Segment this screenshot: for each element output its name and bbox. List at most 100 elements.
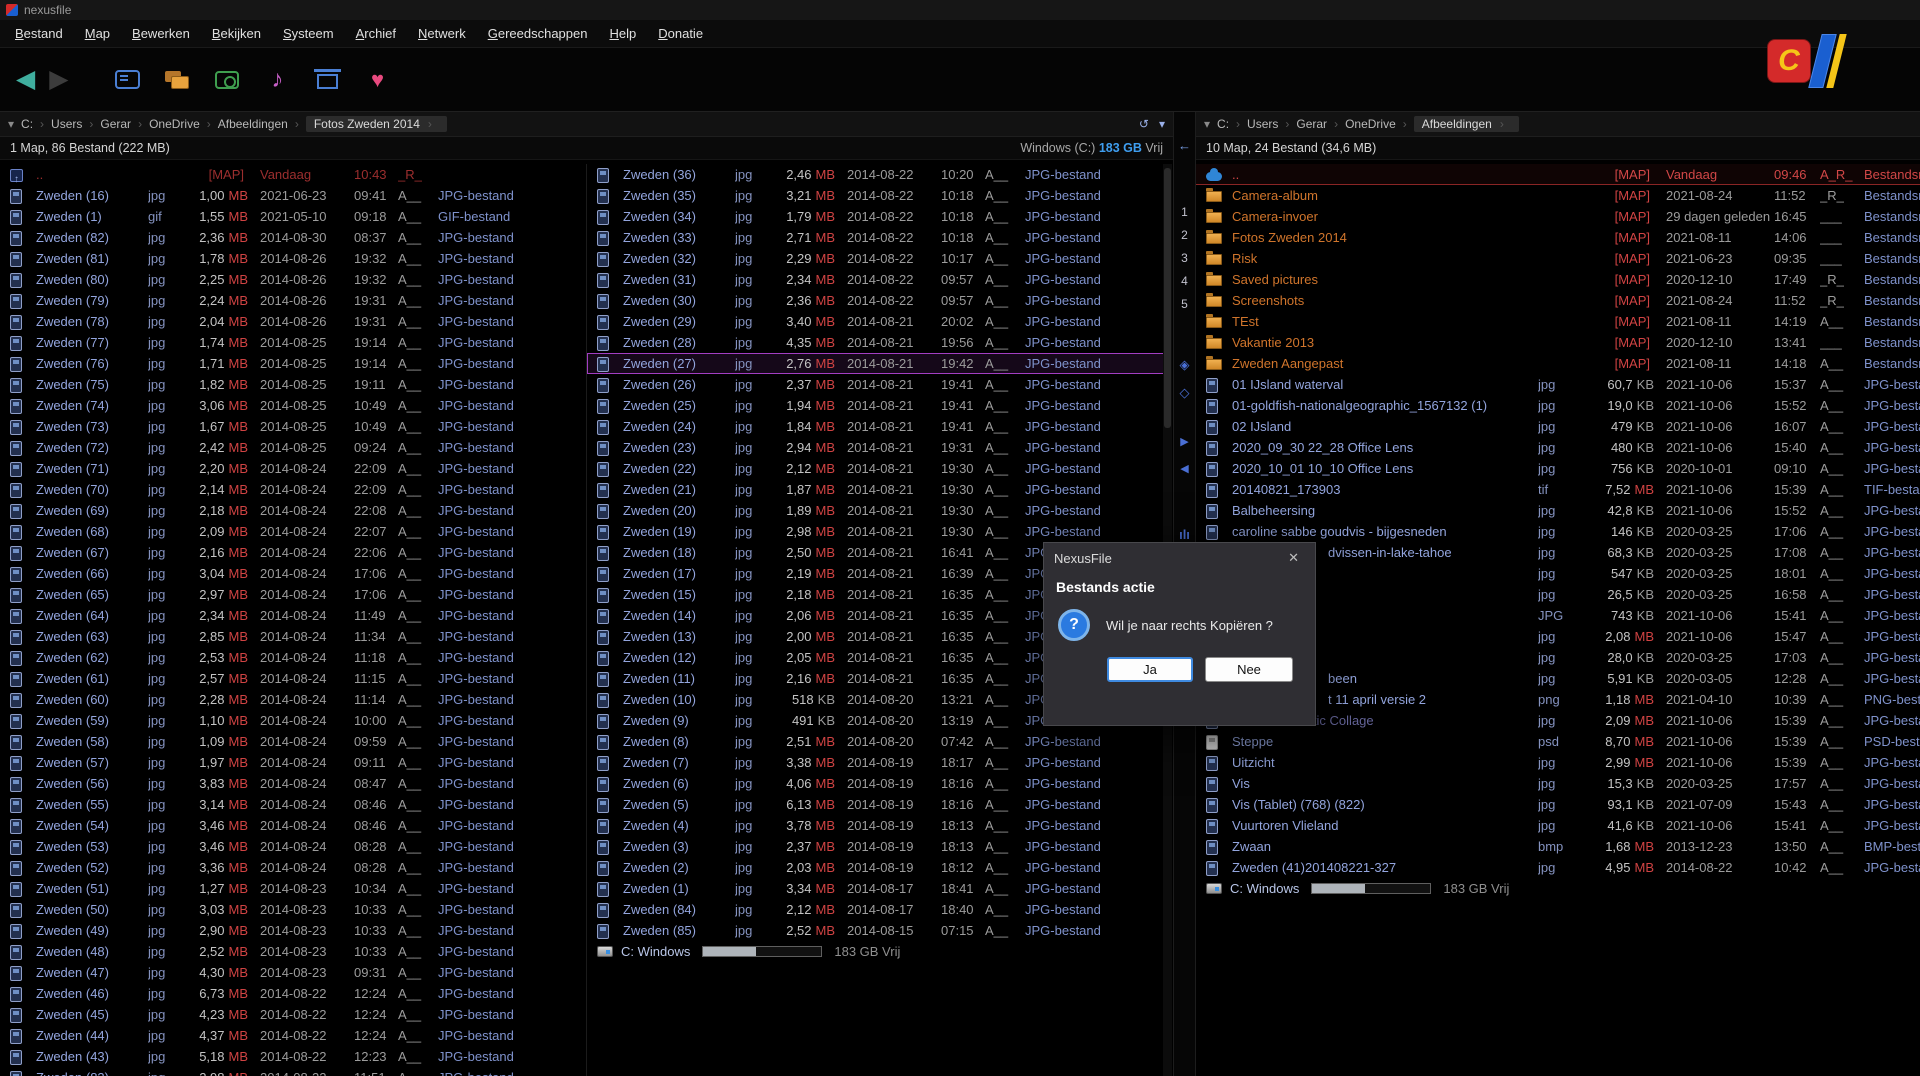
file-row[interactable]: Zweden (27) jpg 2,76MB 2014-08-21 19:42 … xyxy=(587,353,1172,374)
file-row[interactable]: Zweden (62) jpg 2,53MB 2014-08-24 11:18 … xyxy=(0,647,586,668)
back-button[interactable]: ◀ xyxy=(16,67,35,92)
file-row[interactable]: Zweden (48) jpg 2,52MB 2014-08-23 10:33 … xyxy=(0,941,586,962)
pane-tab-number[interactable]: 3 xyxy=(1181,251,1188,265)
file-row[interactable]: Zweden (56) jpg 3,83MB 2014-08-24 08:47 … xyxy=(0,773,586,794)
file-row[interactable]: Zweden (51) jpg 1,27MB 2014-08-23 10:34 … xyxy=(0,878,586,899)
file-row[interactable]: Uitzicht jpg 2,99MB 2021-10-06 15:39 A__… xyxy=(1196,752,1920,773)
chevron-down-icon[interactable]: ▾ xyxy=(1159,117,1165,131)
file-row[interactable]: Zweden (70) jpg 2,14MB 2014-08-24 22:09 … xyxy=(0,479,586,500)
file-row[interactable]: Zweden (6) jpg 4,06MB 2014-08-19 18:16 A… xyxy=(587,773,1172,794)
file-row[interactable]: TEst [MAP] 2021-08-11 14:19 A__ Bestands… xyxy=(1196,311,1920,332)
file-row[interactable]: Zweden (66) jpg 3,04MB 2014-08-24 17:06 … xyxy=(0,563,586,584)
file-row[interactable]: .. [MAP] Vandaag 10:43 _R_ xyxy=(0,164,586,185)
file-row[interactable]: 2020_10_01 10_10 Office Lens jpg 756KB 2… xyxy=(1196,458,1920,479)
file-row[interactable]: Zweden (82) jpg 2,36MB 2014-08-30 08:37 … xyxy=(0,227,586,248)
stats-bars-icon[interactable]: ılı xyxy=(1179,527,1190,542)
file-row[interactable]: Vuurtoren Vlieland jpg 41,6KB 2021-10-06… xyxy=(1196,815,1920,836)
file-row[interactable]: Zweden (84) jpg 2,12MB 2014-08-17 18:40 … xyxy=(587,899,1172,920)
file-row[interactable]: Zweden (53) jpg 3,46MB 2014-08-24 08:28 … xyxy=(0,836,586,857)
file-row[interactable]: Zweden (2) jpg 2,03MB 2014-08-19 18:12 A… xyxy=(587,857,1172,878)
file-row[interactable]: Zweden (44) jpg 4,37MB 2014-08-22 12:24 … xyxy=(0,1025,586,1046)
file-row[interactable]: Zweden (4) jpg 3,78MB 2014-08-19 18:13 A… xyxy=(587,815,1172,836)
breadcrumb-segment[interactable]: OneDrive xyxy=(149,117,218,131)
file-row[interactable]: Zweden (32) jpg 2,29MB 2014-08-22 10:17 … xyxy=(587,248,1172,269)
file-row[interactable]: Zweden (57) jpg 1,97MB 2014-08-24 09:11 … xyxy=(0,752,586,773)
menu-item[interactable]: Systeem xyxy=(272,22,345,45)
file-row[interactable]: Zweden (30) jpg 2,36MB 2014-08-22 09:57 … xyxy=(587,290,1172,311)
file-row[interactable]: Zweden (8) jpg 2,51MB 2014-08-20 07:42 A… xyxy=(587,731,1172,752)
drive-summary-row[interactable]: C: Windows 183 GB Vrij xyxy=(587,941,1172,962)
file-row[interactable]: Zweden (72) jpg 2,42MB 2014-08-25 09:24 … xyxy=(0,437,586,458)
file-row[interactable]: .. [MAP] Vandaag 09:46 A_R_ Bestandsmap xyxy=(1196,164,1920,185)
refresh-icon[interactable]: ↺ xyxy=(1139,117,1149,131)
file-row[interactable]: Screenshots [MAP] 2021-08-24 11:52 _R_ B… xyxy=(1196,290,1920,311)
breadcrumb-segment[interactable]: Gerar xyxy=(1296,117,1345,131)
forward-button[interactable]: ▶ xyxy=(49,67,68,92)
nee-button[interactable]: Nee xyxy=(1205,657,1293,682)
menu-item[interactable]: Bewerken xyxy=(121,22,201,45)
archive-button[interactable] xyxy=(308,63,346,97)
breadcrumb-segment[interactable]: Gerar xyxy=(100,117,149,131)
chevron-down-icon[interactable]: ▾ xyxy=(1204,117,1210,131)
file-row[interactable]: Steppe psd 8,70MB 2021-10-06 15:39 A__ P… xyxy=(1196,731,1920,752)
file-row[interactable]: Vakantie 2013 [MAP] 2020-12-10 13:41 ___… xyxy=(1196,332,1920,353)
pane-tab-number[interactable]: 5 xyxy=(1181,297,1188,311)
file-row[interactable]: Zweden (3) jpg 2,37MB 2014-08-19 18:13 A… xyxy=(587,836,1172,857)
file-row[interactable]: Zweden (7) jpg 3,38MB 2014-08-19 18:17 A… xyxy=(587,752,1172,773)
menu-item[interactable]: Map xyxy=(74,22,121,45)
file-row[interactable]: Zweden (76) jpg 1,71MB 2014-08-25 19:14 … xyxy=(0,353,586,374)
menu-item[interactable]: Archief xyxy=(345,22,407,45)
file-row[interactable]: Zweden (25) jpg 1,94MB 2014-08-21 19:41 … xyxy=(587,395,1172,416)
file-row[interactable]: Zweden (77) jpg 1,74MB 2014-08-25 19:14 … xyxy=(0,332,586,353)
file-row[interactable]: Balbeheersing jpg 42,8KB 2021-10-06 15:5… xyxy=(1196,500,1920,521)
diamond-icon[interactable]: ◈ xyxy=(1180,357,1190,373)
file-row[interactable]: Saved pictures [MAP] 2020-12-10 17:49 _R… xyxy=(1196,269,1920,290)
music-button[interactable]: ♪ xyxy=(258,63,296,97)
file-row[interactable]: Zweden (71) jpg 2,20MB 2014-08-24 22:09 … xyxy=(0,458,586,479)
file-row[interactable]: Zweden (60) jpg 2,28MB 2014-08-24 11:14 … xyxy=(0,689,586,710)
file-row[interactable]: Vis (Tablet) (768) (822) jpg 93,1KB 2021… xyxy=(1196,794,1920,815)
file-row[interactable]: Zweden (79) jpg 2,24MB 2014-08-26 19:31 … xyxy=(0,290,586,311)
scrollbar-thumb[interactable] xyxy=(1164,168,1171,428)
drive-summary-row[interactable]: C: Windows 183 GB Vrij xyxy=(1196,878,1920,899)
file-row[interactable]: 2020_09_30 22_28 Office Lens jpg 480KB 2… xyxy=(1196,437,1920,458)
file-row[interactable]: caroline sabbe goudvis - bijgesneden jpg… xyxy=(1196,521,1920,542)
file-row[interactable]: Zweden (29) jpg 3,40MB 2014-08-21 20:02 … xyxy=(587,311,1172,332)
file-row[interactable]: 20140821_173903 tif 7,52MB 2021-10-06 15… xyxy=(1196,479,1920,500)
breadcrumb-segment[interactable]: Afbeeldingen xyxy=(1414,116,1519,132)
menu-item[interactable]: Bestand xyxy=(4,22,74,45)
file-row[interactable]: Zweden (61) jpg 2,57MB 2014-08-24 11:15 … xyxy=(0,668,586,689)
menu-item[interactable]: Bekijken xyxy=(201,22,272,45)
view-button[interactable] xyxy=(108,63,146,97)
file-row[interactable]: Zwaan bmp 1,68MB 2013-12-23 13:50 A__ BM… xyxy=(1196,836,1920,857)
file-row[interactable]: Zweden (36) jpg 2,46MB 2014-08-22 10:20 … xyxy=(587,164,1172,185)
file-row[interactable]: Camera-invoer [MAP] 29 dagen geleden 16:… xyxy=(1196,206,1920,227)
file-row[interactable]: Zweden (1) jpg 3,34MB 2014-08-17 18:41 A… xyxy=(587,878,1172,899)
file-row[interactable]: Zweden (54) jpg 3,46MB 2014-08-24 08:46 … xyxy=(0,815,586,836)
close-icon[interactable]: ✕ xyxy=(1282,548,1305,568)
file-row[interactable]: Zweden (43) jpg 5,18MB 2014-08-22 12:23 … xyxy=(0,1046,586,1067)
file-row[interactable]: Zweden (24) jpg 1,84MB 2014-08-21 19:41 … xyxy=(587,416,1172,437)
file-row[interactable]: Zweden (58) jpg 1,09MB 2014-08-24 09:59 … xyxy=(0,731,586,752)
file-row[interactable]: Zweden (73) jpg 1,67MB 2014-08-25 10:49 … xyxy=(0,416,586,437)
camera-button[interactable] xyxy=(208,63,246,97)
file-row[interactable]: Zweden (50) jpg 3,03MB 2014-08-23 10:33 … xyxy=(0,899,586,920)
breadcrumb-segment[interactable]: Users xyxy=(51,117,100,131)
file-row[interactable]: Zweden (22) jpg 2,12MB 2014-08-21 19:30 … xyxy=(587,458,1172,479)
menu-item[interactable]: Help xyxy=(598,22,647,45)
chevron-down-icon[interactable]: ▾ xyxy=(8,117,14,131)
file-row[interactable]: Zweden (26) jpg 2,37MB 2014-08-21 19:41 … xyxy=(587,374,1172,395)
diamond-outline-icon[interactable]: ◇ xyxy=(1180,385,1190,401)
file-row[interactable]: Zweden (65) jpg 2,97MB 2014-08-24 17:06 … xyxy=(0,584,586,605)
file-row[interactable]: Zweden (34) jpg 1,79MB 2014-08-22 10:18 … xyxy=(587,206,1172,227)
file-row[interactable]: Zweden (55) jpg 3,14MB 2014-08-24 08:46 … xyxy=(0,794,586,815)
file-row[interactable]: Zweden (33) jpg 2,71MB 2014-08-22 10:18 … xyxy=(587,227,1172,248)
file-row[interactable]: Zweden (21) jpg 1,87MB 2014-08-21 19:30 … xyxy=(587,479,1172,500)
file-row[interactable]: Zweden (41)201408221-327 jpg 4,95MB 2014… xyxy=(1196,857,1920,878)
copy-to-left-icon[interactable]: ← xyxy=(1178,138,1191,153)
file-row[interactable]: Zweden (35) jpg 3,21MB 2014-08-22 10:18 … xyxy=(587,185,1172,206)
menu-item[interactable]: Netwerk xyxy=(407,22,477,45)
breadcrumb-segment[interactable]: C: xyxy=(21,117,51,131)
file-row[interactable]: Zweden (64) jpg 2,34MB 2014-08-24 11:49 … xyxy=(0,605,586,626)
folders-button[interactable] xyxy=(158,63,196,97)
